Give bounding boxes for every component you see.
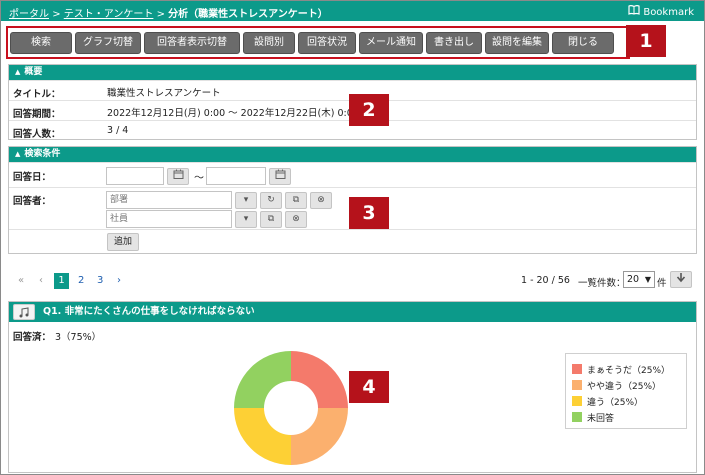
legend-label: 違う（25%）: [587, 398, 644, 408]
breadcrumb-portal-link[interactable]: ポータル: [9, 9, 49, 20]
period-value: 2022年12月12日(月) 0:00 ～ 2022年12月22日(木) 0:0…: [107, 108, 359, 119]
donut-slice[interactable]: [234, 351, 291, 408]
add-button[interactable]: 追加: [107, 233, 139, 251]
breadcrumb-separator: >: [156, 9, 165, 20]
collapse-triangle-icon: ▲: [15, 150, 21, 158]
response-status-button[interactable]: 回答状況: [298, 32, 356, 54]
by-question-button[interactable]: 設問別: [243, 32, 295, 54]
search-button[interactable]: 検索: [10, 32, 72, 54]
count-value: 3 / 4: [107, 125, 129, 136]
breadcrumb-current: 分析（職業性ストレスアンケート）: [168, 9, 328, 20]
donut-slice[interactable]: [291, 408, 348, 465]
per-page-unit: 件: [657, 278, 667, 289]
collapse-triangle-icon: ▲: [15, 68, 21, 76]
copy-icon[interactable]: ⧉: [285, 192, 307, 209]
dropdown-arrow-icon[interactable]: ▾: [235, 192, 257, 209]
per-page-label: 一覧件数：: [578, 278, 626, 289]
legend-item[interactable]: まぁそうだ（25%）: [572, 363, 670, 376]
date-range-tilde: ～: [194, 173, 204, 184]
respondent-display-toggle-button[interactable]: 回答者表示切替: [144, 32, 240, 54]
answered-value: 3（75%）: [55, 332, 102, 343]
legend-swatch: [572, 396, 582, 406]
question-header: Q1. 非常にたくさんの仕事をしなければならない: [9, 302, 696, 322]
answer-date-label: 回答日：: [13, 172, 52, 183]
answer-date-row: 回答日： ～: [9, 162, 696, 187]
next-page-link[interactable]: ›: [117, 275, 121, 286]
annotation-tag-3: 3: [349, 197, 389, 229]
bookmark-label: Bookmark: [643, 7, 694, 18]
calendar-icon[interactable]: [167, 168, 189, 185]
top-bar: ポータル > テスト・アンケート > 分析（職業性ストレスアンケート） Book…: [1, 1, 704, 21]
date-to-input[interactable]: [206, 167, 266, 185]
overview-header[interactable]: ▲ 概要: [9, 65, 696, 80]
annotation-tag-2: 2: [349, 94, 389, 126]
breadcrumb-separator: >: [52, 9, 61, 20]
legend-item[interactable]: やや違う（25%）: [572, 379, 661, 392]
legend-swatch: [572, 364, 582, 374]
email-notify-button[interactable]: メール通知: [359, 32, 423, 54]
department-input[interactable]: 部署: [106, 191, 232, 209]
answer-donut-chart: [234, 351, 348, 465]
export-button[interactable]: 書き出し: [426, 32, 482, 54]
chart-toggle-button[interactable]: [13, 304, 35, 320]
bookmark-button[interactable]: Bookmark: [628, 5, 694, 18]
legend-label: まぁそうだ（25%）: [587, 366, 671, 376]
employee-input[interactable]: 社員: [106, 210, 232, 228]
add-row: 追加: [9, 229, 696, 254]
calendar-icon[interactable]: [269, 168, 291, 185]
search-conditions-header[interactable]: ▲ 検索条件: [9, 147, 696, 162]
copy-icon[interactable]: ⧉: [260, 211, 282, 228]
answered-label: 回答済：: [13, 332, 52, 343]
page-3-link[interactable]: 3: [97, 275, 103, 286]
legend-label: やや違う（25%）: [587, 382, 662, 392]
count-label: 回答人数：: [13, 129, 61, 140]
toolbar: 検索 グラフ切替 回答者表示切替 設問別 回答状況 メール通知 書き出し 設問を…: [6, 26, 630, 59]
download-icon[interactable]: [670, 271, 692, 288]
book-icon: [628, 5, 640, 18]
page-2-link[interactable]: 2: [78, 275, 84, 286]
first-page-link[interactable]: «: [18, 275, 24, 286]
close-button[interactable]: 閉じる: [552, 32, 614, 54]
reset-icon[interactable]: ↻: [260, 192, 282, 209]
legend-item[interactable]: 違う（25%）: [572, 395, 643, 408]
per-page-value: 20: [627, 274, 640, 285]
donut-slice[interactable]: [234, 408, 291, 465]
prev-page-link[interactable]: ‹: [39, 275, 43, 286]
annotation-tag-4: 4: [349, 371, 389, 403]
period-label: 回答期間：: [13, 109, 61, 120]
graph-toggle-button[interactable]: グラフ切替: [75, 32, 141, 54]
title-value: 職業性ストレスアンケート: [107, 88, 221, 99]
clear-icon[interactable]: ⊗: [285, 211, 307, 228]
page-1-current[interactable]: 1: [54, 273, 69, 289]
dropdown-arrow-icon[interactable]: ▾: [235, 211, 257, 228]
title-label: タイトル：: [13, 89, 61, 100]
chart-legend: まぁそうだ（25%） やや違う（25%） 違う（25%） 未回答: [565, 353, 687, 429]
chevron-down-icon: ▼: [644, 275, 651, 284]
date-from-input[interactable]: [106, 167, 164, 185]
legend-item[interactable]: 未回答: [572, 411, 614, 424]
breadcrumb-survey-link[interactable]: テスト・アンケート: [64, 9, 154, 20]
result-range: 1 - 20 / 56: [521, 275, 570, 286]
legend-label: 未回答: [587, 414, 615, 424]
legend-swatch: [572, 412, 582, 422]
edit-questions-button[interactable]: 設問を編集: [485, 32, 549, 54]
clear-icon[interactable]: ⊗: [310, 192, 332, 209]
donut-slice[interactable]: [291, 351, 348, 408]
legend-swatch: [572, 380, 582, 390]
breadcrumb: ポータル > テスト・アンケート > 分析（職業性ストレスアンケート）: [9, 5, 328, 20]
annotation-tag-1: 1: [626, 25, 666, 57]
question-title: Q1. 非常にたくさんの仕事をしなければならない: [43, 306, 255, 317]
per-page-select[interactable]: 20 ▼: [623, 271, 655, 288]
respondent-label: 回答者：: [13, 196, 52, 207]
music-note-icon: [19, 307, 29, 318]
